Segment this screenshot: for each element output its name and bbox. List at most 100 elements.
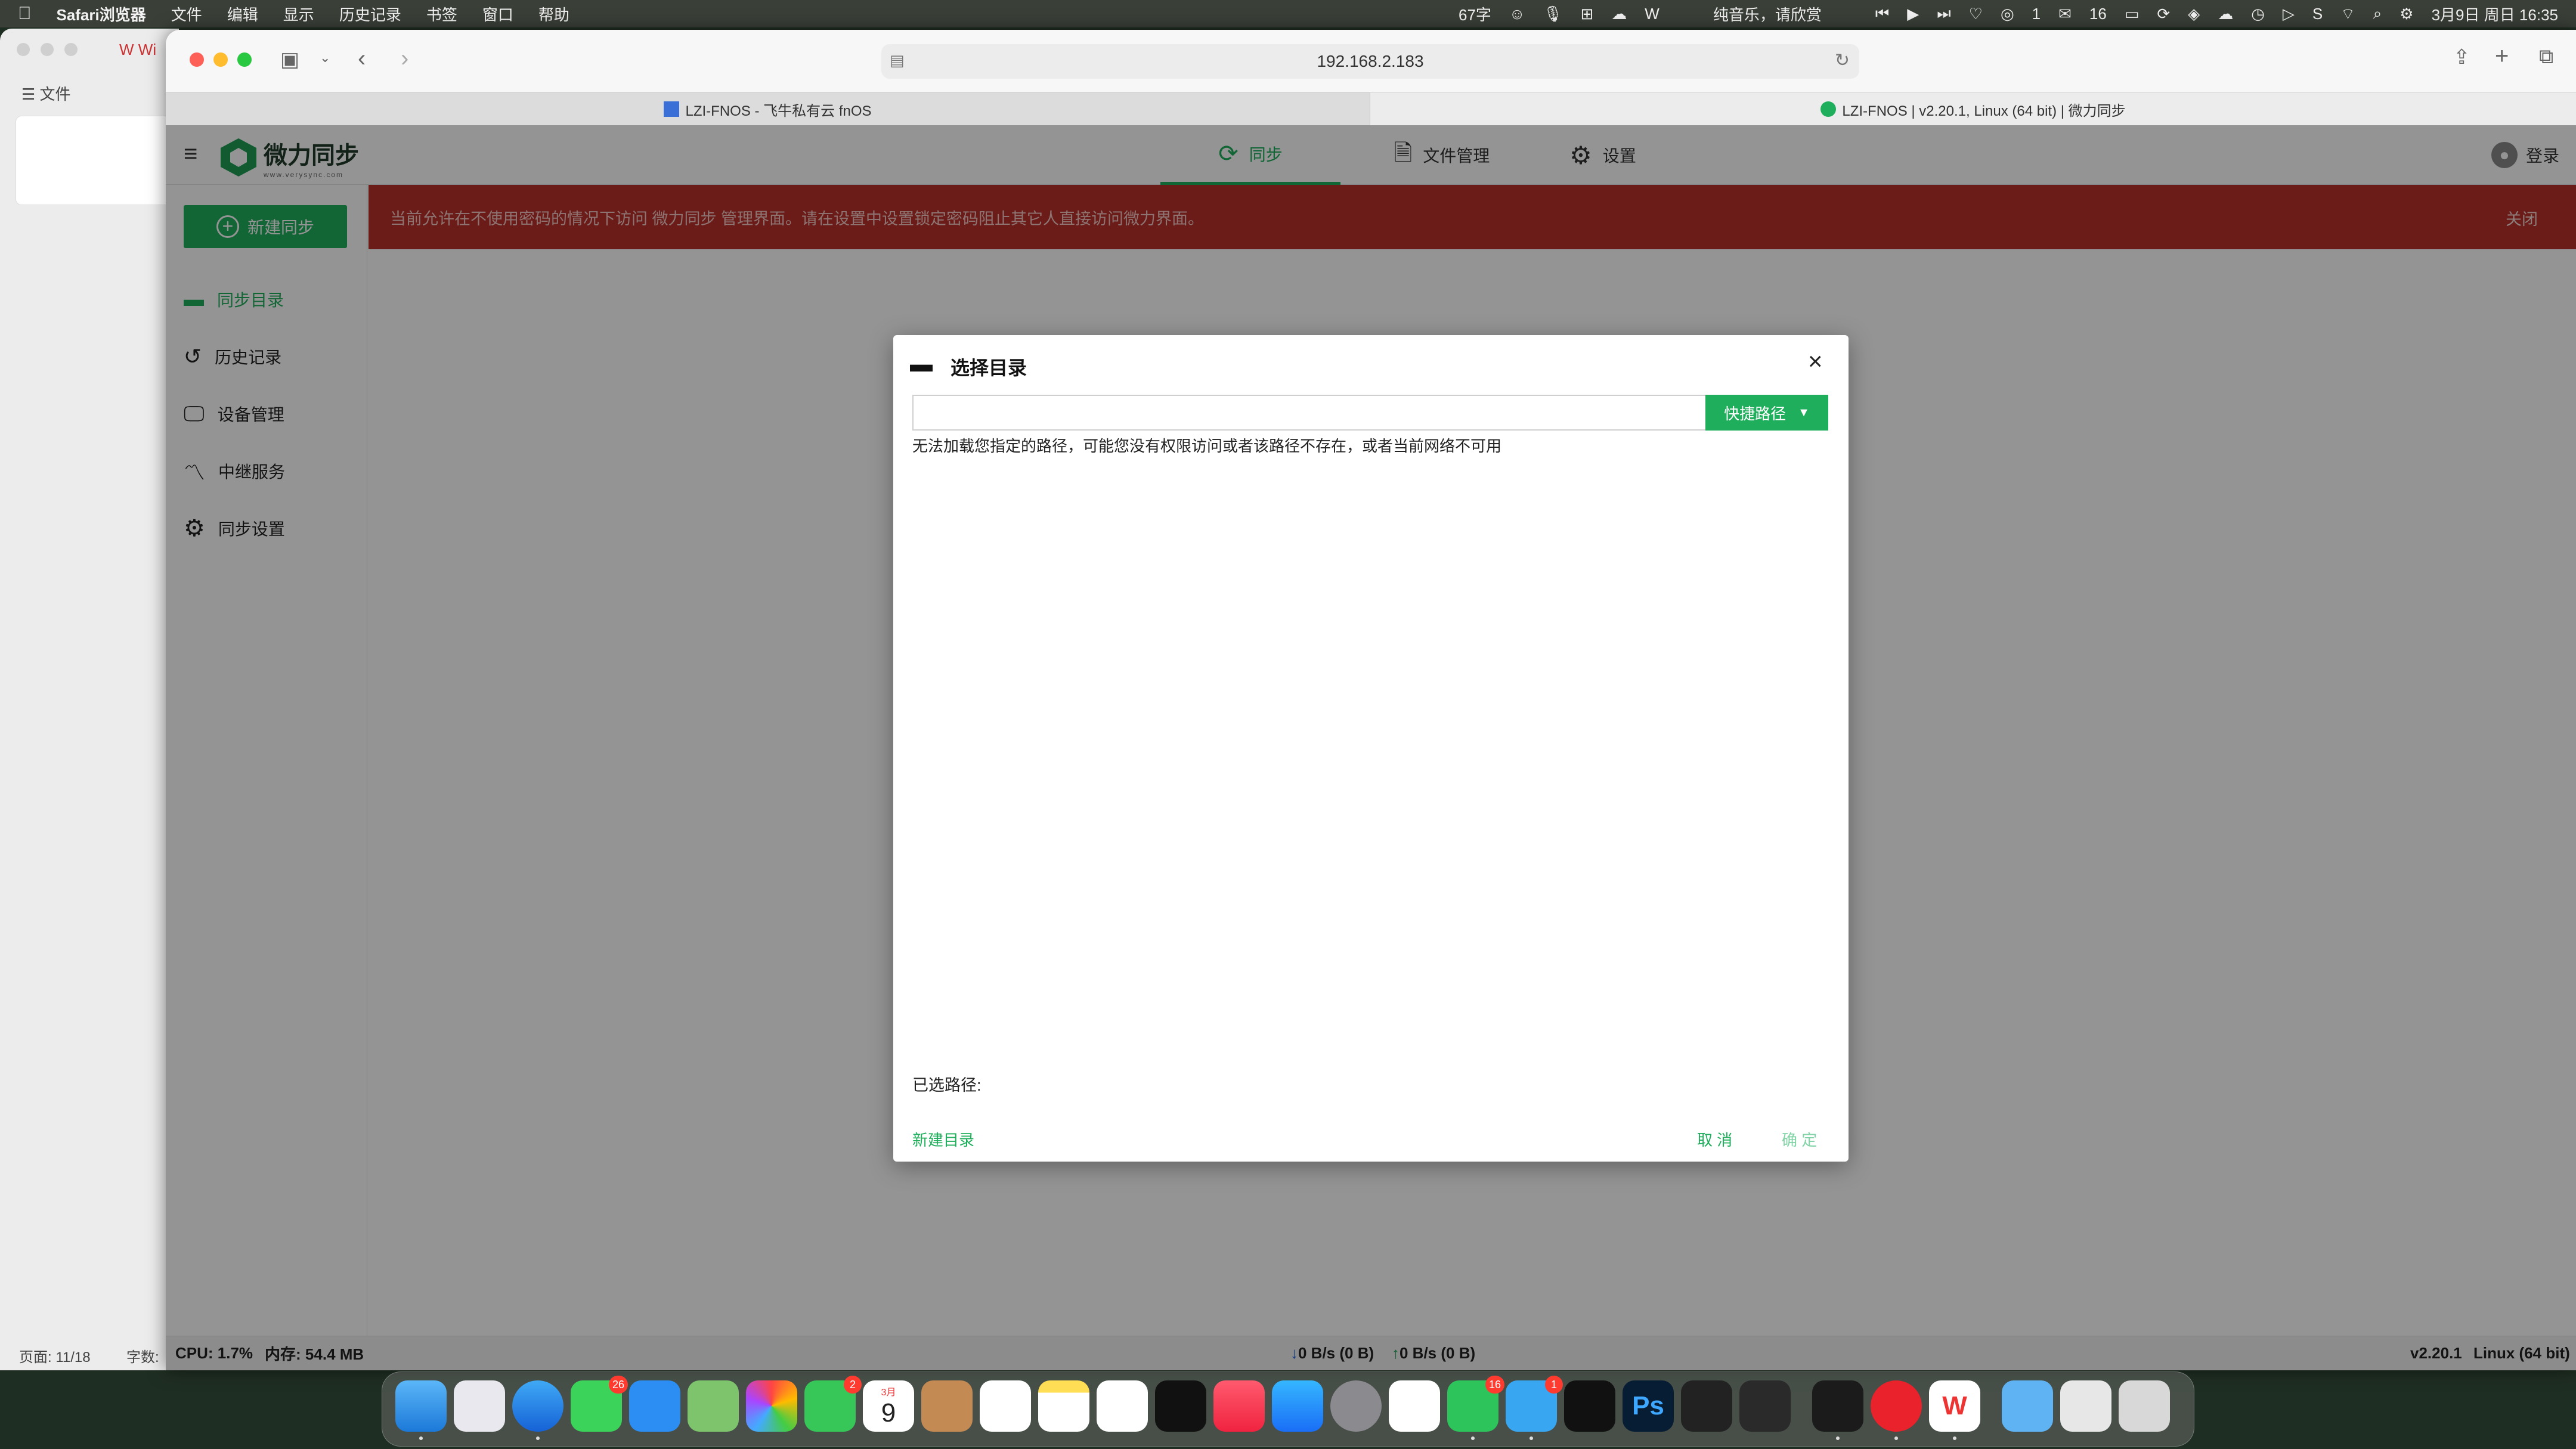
smiley-icon[interactable]: ☺ xyxy=(1509,5,1525,23)
control-center-icon[interactable]: ⚙ xyxy=(2399,5,2413,23)
screen-icon[interactable]: ▭ xyxy=(2125,5,2140,23)
davinci-resolve-icon[interactable] xyxy=(1681,1380,1732,1432)
menu-app-name[interactable]: Safari浏览器 xyxy=(57,3,146,25)
page-settings-icon[interactable]: ▤ xyxy=(890,51,905,70)
finder-icon[interactable] xyxy=(395,1380,447,1440)
background-window[interactable]: W Wi ☰ 文件 页面: 11/18 字数: xyxy=(0,29,179,1370)
wifi-icon[interactable]: ⌔ xyxy=(2340,4,2355,24)
tab-fnos[interactable]: LZI-FNOS - 飞牛私有云 fnOS xyxy=(166,92,1370,126)
previous-track-icon[interactable]: ⏮ xyxy=(1875,4,1889,23)
freeform-icon[interactable] xyxy=(1097,1380,1148,1432)
reminders-icon[interactable] xyxy=(980,1380,1031,1432)
contacts-icon[interactable] xyxy=(921,1380,973,1432)
baidu-cloud-icon[interactable]: ☁ xyxy=(1611,5,1627,23)
menu-bookmarks[interactable]: 书签 xyxy=(426,3,457,25)
bg-tab-wps[interactable]: W Wi xyxy=(119,41,156,59)
launchpad-icon[interactable] xyxy=(454,1380,505,1432)
safari-icon[interactable] xyxy=(512,1380,564,1440)
menu-view[interactable]: 显示 xyxy=(283,3,314,25)
mail-icon[interactable] xyxy=(629,1380,680,1432)
capcut-icon[interactable] xyxy=(1564,1380,1615,1432)
heart-icon[interactable]: ♡ xyxy=(1969,5,1983,23)
baidu-netdisk-icon[interactable] xyxy=(1389,1380,1440,1432)
wps-office-icon[interactable]: W xyxy=(1929,1380,1980,1440)
layers-icon[interactable]: ◈ xyxy=(2188,5,2200,23)
final-cut-icon[interactable] xyxy=(1739,1380,1791,1432)
share-icon[interactable]: ⇪ xyxy=(2453,45,2470,69)
input-method-icon[interactable]: ⊞ xyxy=(1580,5,1593,23)
calendar-icon[interactable]: 3月 9 xyxy=(863,1380,914,1432)
quick-path-button[interactable]: 快捷路径 ▼ xyxy=(1705,395,1828,431)
menu-window[interactable]: 窗口 xyxy=(482,3,513,25)
wps-icon[interactable]: W xyxy=(1645,5,1659,23)
now-playing[interactable]: 纯音乐，请欣赏 xyxy=(1713,3,1822,25)
cancel-button[interactable]: 取 消 xyxy=(1697,1128,1732,1150)
confirm-button[interactable]: 确 定 xyxy=(1782,1128,1817,1150)
menu-file[interactable]: 文件 xyxy=(171,3,202,25)
new-directory-button[interactable]: 新建目录 xyxy=(912,1128,974,1150)
clock-icon[interactable]: ◷ xyxy=(2251,5,2265,23)
cloud-app-icon[interactable]: 1 xyxy=(1506,1376,1563,1440)
running-dot xyxy=(1953,1436,1956,1440)
bg-zoom-dot[interactable] xyxy=(64,43,78,56)
bg-file-menu[interactable]: ☰ 文件 xyxy=(21,82,71,104)
wps-icon: W xyxy=(119,41,134,58)
maps-icon[interactable] xyxy=(688,1380,739,1432)
notes-icon[interactable] xyxy=(1038,1380,1089,1432)
photos-icon[interactable] xyxy=(746,1380,797,1432)
cloud-status-icon[interactable]: ☁ xyxy=(2218,5,2233,23)
bg-minimize-dot[interactable] xyxy=(41,43,54,56)
wechat-count[interactable]: 16 xyxy=(2089,5,2107,23)
close-window-button[interactable] xyxy=(190,52,204,67)
microphone-icon[interactable]: 🎙 xyxy=(1543,5,1562,23)
wechat-menubar-icon[interactable]: ✉ xyxy=(2058,5,2072,23)
tab-bar: LZI-FNOS - 飞牛私有云 fnOS LZI-FNOS | v2.20.1… xyxy=(166,92,2576,126)
tab-overview-icon[interactable]: ⧉ xyxy=(2539,45,2553,69)
back-icon[interactable]: ‹ xyxy=(358,45,366,72)
facetime-icon[interactable]: 2 xyxy=(804,1376,862,1432)
path-input[interactable] xyxy=(912,395,1707,431)
word-count[interactable]: 67字 xyxy=(1459,3,1491,25)
browser-toolbar: ▣ ⌄ ‹ › ▤ 192.168.2.183 ↻ ⇪ + ⧉ xyxy=(166,30,2576,92)
media-icon[interactable]: ▷ xyxy=(2283,5,2295,23)
bg-close-dot[interactable] xyxy=(17,43,30,56)
s-app-icon[interactable]: S xyxy=(2312,5,2323,23)
directory-list[interactable] xyxy=(912,466,1828,1057)
verysync-favicon-icon xyxy=(1820,101,1837,117)
photoshop-icon[interactable]: Ps xyxy=(1623,1380,1674,1432)
music-icon[interactable] xyxy=(1213,1380,1265,1432)
status-count-1[interactable]: 1 xyxy=(2032,5,2041,23)
music-app-icon[interactable]: ◎ xyxy=(2001,5,2014,23)
zoom-window-button[interactable] xyxy=(237,52,252,67)
next-track-icon[interactable]: ⏭ xyxy=(1937,4,1950,23)
menu-history[interactable]: 历史记录 xyxy=(339,3,401,25)
chevron-down-icon[interactable]: ⌄ xyxy=(320,50,330,66)
trash-icon[interactable] xyxy=(2119,1380,2170,1432)
bg-document-card[interactable] xyxy=(16,116,171,205)
activity-monitor-icon[interactable] xyxy=(1812,1380,1863,1440)
new-tab-icon[interactable]: + xyxy=(2495,43,2509,70)
messages-icon[interactable]: 26 xyxy=(571,1376,628,1432)
apple-tv-icon[interactable] xyxy=(1155,1380,1206,1432)
downloads-folder-icon[interactable] xyxy=(2002,1380,2053,1432)
wechat-icon[interactable]: 16 xyxy=(1447,1376,1504,1440)
menu-help[interactable]: 帮助 xyxy=(538,3,569,25)
system-settings-icon[interactable] xyxy=(1330,1380,1382,1432)
play-icon[interactable]: ▶ xyxy=(1907,5,1919,23)
dialog-title: 选择目录 xyxy=(950,357,1027,379)
search-icon[interactable]: ⌕ xyxy=(2373,4,2382,23)
url-bar[interactable]: ▤ 192.168.2.183 ↻ xyxy=(881,44,1859,79)
close-icon[interactable]: × xyxy=(1808,347,1823,376)
sync-status-icon[interactable]: ⟳ xyxy=(2157,5,2170,23)
recent-documents-icon[interactable] xyxy=(2060,1380,2111,1432)
app-store-icon[interactable] xyxy=(1272,1380,1323,1432)
reload-icon[interactable]: ↻ xyxy=(1835,50,1850,71)
forward-icon[interactable]: › xyxy=(401,45,408,72)
apple-icon[interactable]:  xyxy=(18,4,32,24)
tab-verysync[interactable]: LZI-FNOS | v2.20.1, Linux (64 bit) | 微力同… xyxy=(1370,92,2576,126)
datetime[interactable]: 3月9日 周日 16:35 xyxy=(2432,3,2558,25)
menu-edit[interactable]: 编辑 xyxy=(227,3,258,25)
netease-music-icon[interactable] xyxy=(1871,1380,1922,1440)
sidebar-toggle-icon[interactable]: ▣ xyxy=(280,48,299,72)
minimize-window-button[interactable] xyxy=(213,52,228,67)
